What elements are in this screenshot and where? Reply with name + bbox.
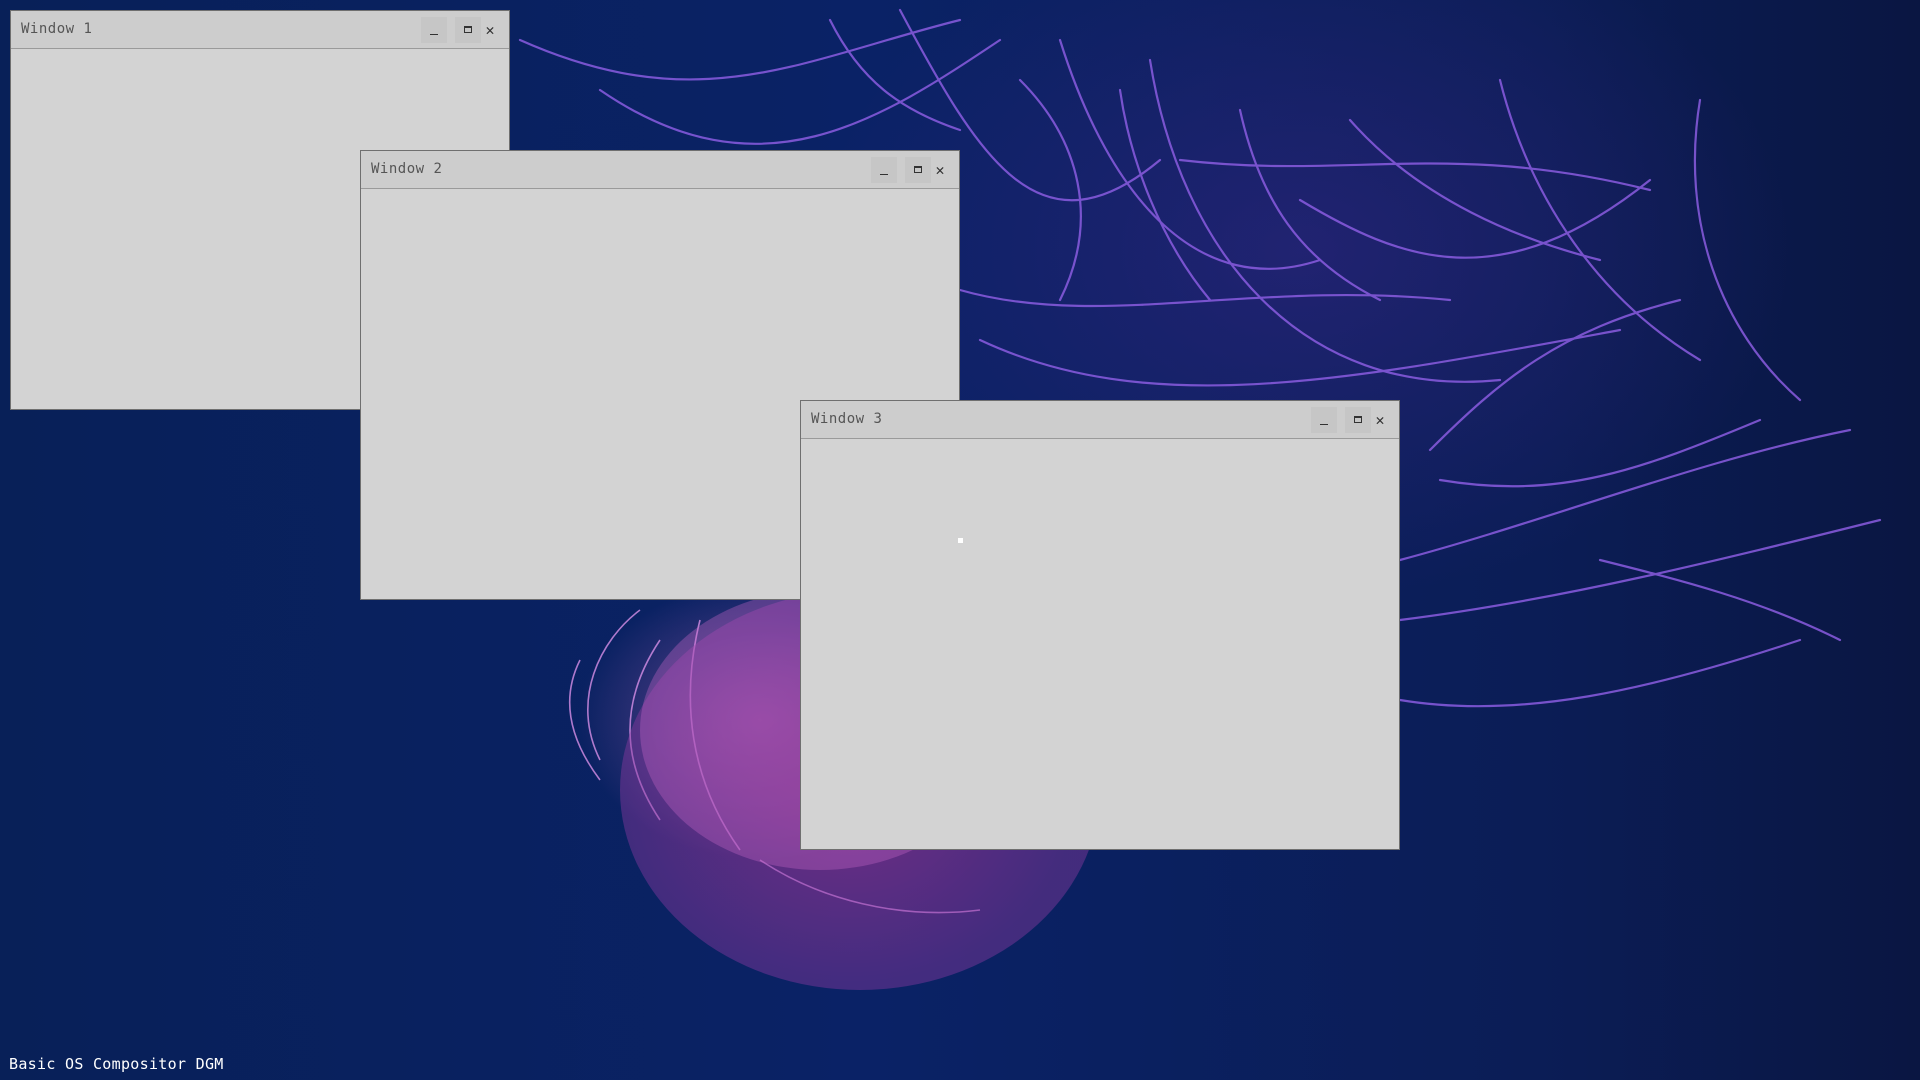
window-3-content <box>801 439 1399 849</box>
minimize-icon <box>1320 424 1328 425</box>
window-1-title: Window 1 <box>21 21 93 37</box>
maximize-icon <box>464 26 472 33</box>
window-1-titlebar[interactable]: Window 1 ✕ <box>11 11 509 49</box>
close-icon: ✕ <box>485 21 495 39</box>
mouse-cursor-icon <box>958 538 963 543</box>
minimize-icon <box>430 34 438 35</box>
window-3-close-button[interactable]: ✕ <box>1367 407 1393 433</box>
close-icon: ✕ <box>1375 411 1385 429</box>
window-3[interactable]: Window 3 ✕ <box>800 400 1400 850</box>
maximize-icon <box>914 166 922 173</box>
window-1-close-button[interactable]: ✕ <box>477 17 503 43</box>
window-2-title: Window 2 <box>371 161 443 177</box>
window-2-minimize-button[interactable] <box>871 157 897 183</box>
compositor-label: Basic OS Compositor DGM <box>9 1055 224 1073</box>
window-3-titlebar[interactable]: Window 3 ✕ <box>801 401 1399 439</box>
desktop-wallpaper: Window 1 ✕ Window 2 ✕ Window 3 ✕ Basic O… <box>0 0 1920 1080</box>
window-1-minimize-button[interactable] <box>421 17 447 43</box>
maximize-icon <box>1354 416 1362 423</box>
window-3-minimize-button[interactable] <box>1311 407 1337 433</box>
minimize-icon <box>880 174 888 175</box>
window-3-title: Window 3 <box>811 411 883 427</box>
window-2-close-button[interactable]: ✕ <box>927 157 953 183</box>
window-2-titlebar[interactable]: Window 2 ✕ <box>361 151 959 189</box>
close-icon: ✕ <box>935 161 945 179</box>
